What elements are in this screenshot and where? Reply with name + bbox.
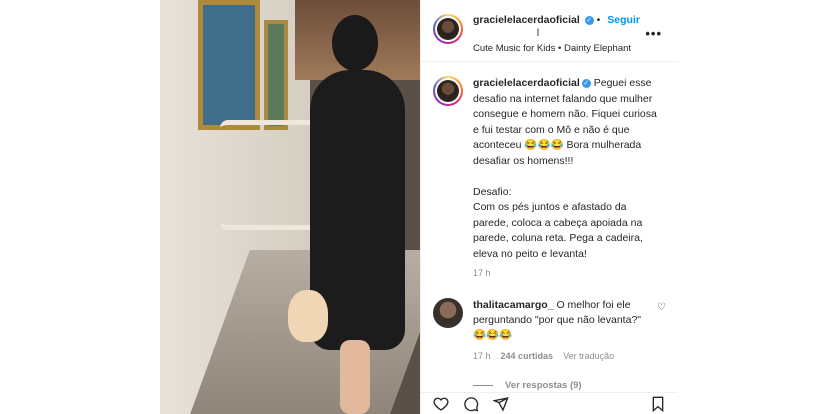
- caption-text: Peguei esse desafio na internet falando …: [473, 77, 657, 260]
- comment-likes[interactable]: 244 curtidas: [501, 349, 554, 364]
- share-icon[interactable]: [493, 396, 509, 412]
- comment-icon[interactable]: [463, 396, 479, 412]
- caption-author[interactable]: gracielelacerdaoficial: [473, 77, 580, 89]
- music-attribution[interactable]: Cute Music for Kids • Dainty Elephant: [473, 42, 640, 55]
- translate-link[interactable]: Ver tradução: [563, 349, 614, 364]
- heart-icon[interactable]: ♡: [657, 302, 666, 313]
- header-second-line: l: [536, 28, 540, 39]
- post-details: gracielelacerdaoficial ✓ • Seguir l Cute…: [420, 0, 678, 414]
- post-header: gracielelacerdaoficial ✓ • Seguir l Cute…: [421, 0, 678, 62]
- replies-divider: [473, 384, 493, 386]
- painting: [264, 20, 288, 130]
- comment-author[interactable]: thalitacamargo_: [473, 299, 554, 311]
- cat: [288, 290, 328, 342]
- bookmark-icon[interactable]: [650, 396, 666, 412]
- person-leg: [340, 340, 370, 414]
- caption-time: 17 h: [473, 268, 491, 278]
- comment-time: 17 h: [473, 350, 491, 361]
- comment: thalitacamargo_ O melhor foi ele pergunt…: [421, 282, 678, 364]
- post-video[interactable]: [160, 0, 420, 414]
- dot-separator: •: [596, 14, 601, 26]
- more-options-icon[interactable]: •••: [645, 26, 662, 41]
- post-container: gracielelacerdaoficial ✓ • Seguir l Cute…: [160, 0, 678, 414]
- person-head: [332, 15, 378, 71]
- author-avatar[interactable]: [433, 14, 463, 44]
- painting: [198, 0, 260, 130]
- follow-button[interactable]: Seguir: [607, 14, 640, 26]
- view-replies[interactable]: Ver respostas (9): [421, 364, 678, 391]
- view-replies-label[interactable]: Ver respostas (9): [505, 380, 582, 391]
- author-username[interactable]: gracielelacerdaoficial: [473, 14, 580, 26]
- caption-avatar[interactable]: [433, 76, 463, 106]
- action-bar: [421, 392, 678, 414]
- verified-icon: ✓: [581, 78, 591, 88]
- caption: gracielelacerdaoficial ✓ Peguei esse desa…: [421, 62, 678, 282]
- verified-icon: ✓: [584, 15, 594, 25]
- commenter-avatar[interactable]: [433, 297, 463, 328]
- like-icon[interactable]: [433, 396, 449, 412]
